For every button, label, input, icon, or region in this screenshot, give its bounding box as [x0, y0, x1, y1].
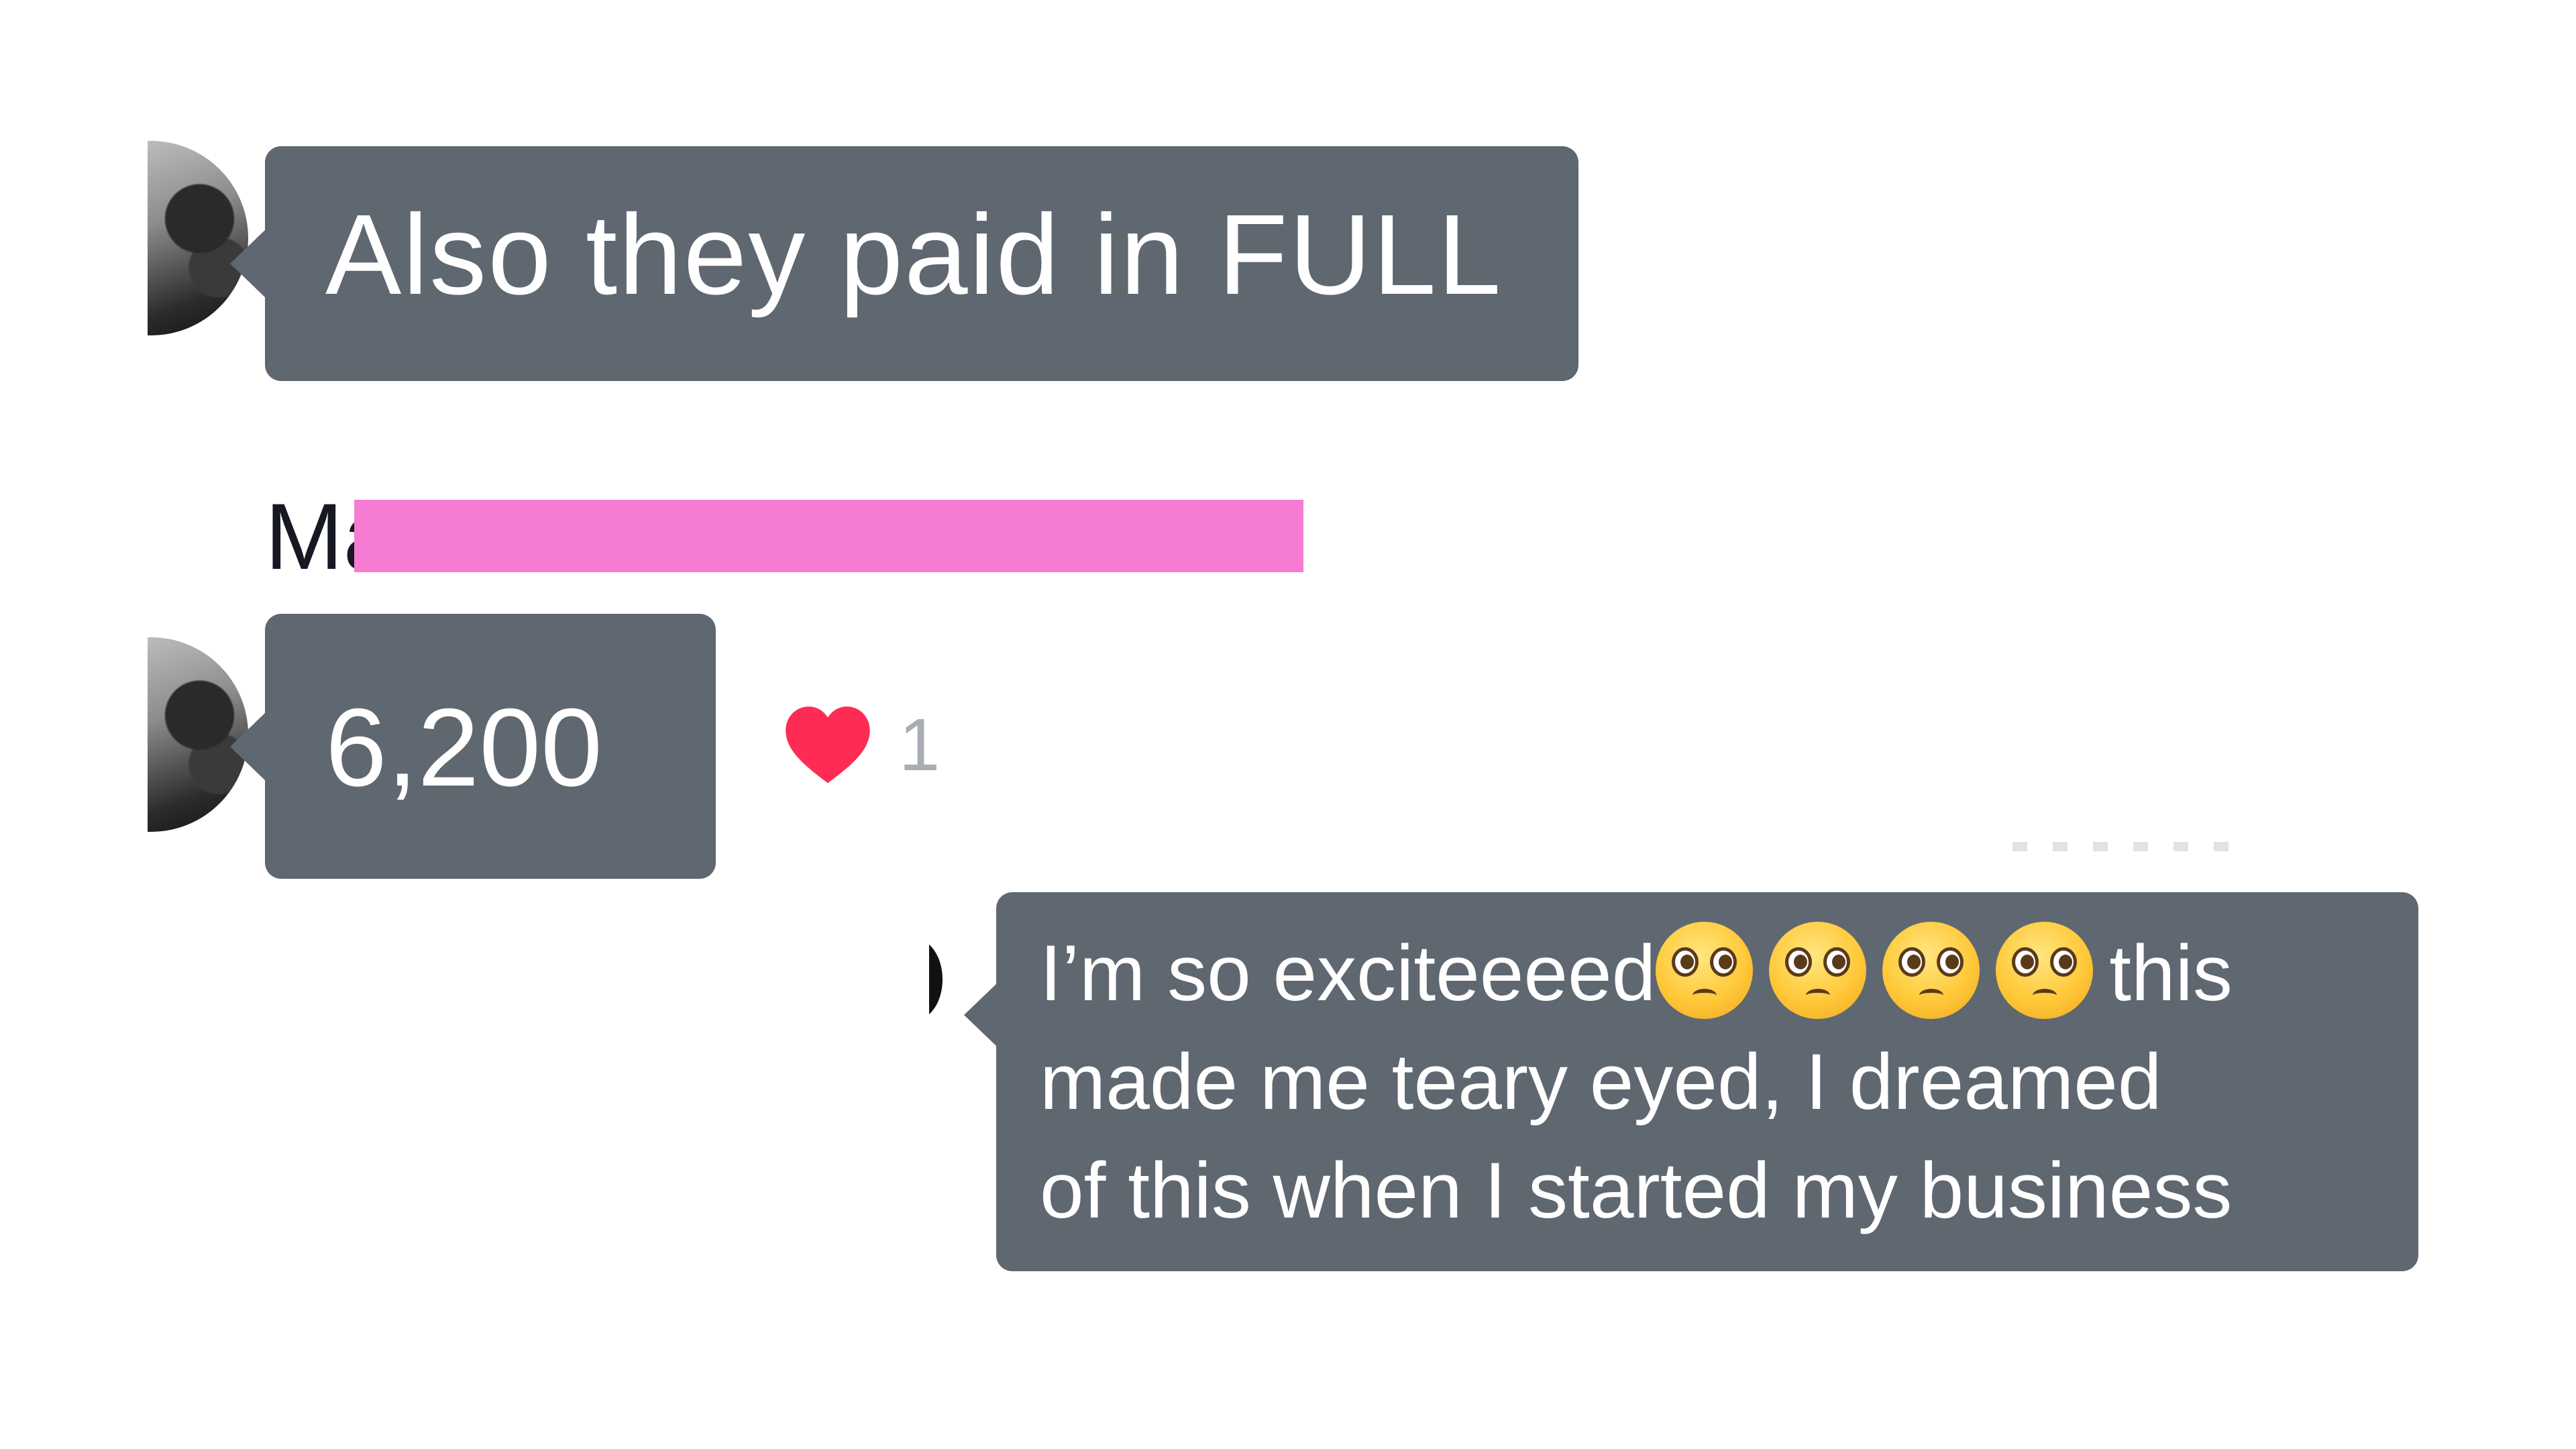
- message-text: I’m so exciteeeed: [1040, 929, 1656, 1018]
- message-line: made me teary eyed, I dreamed: [1040, 1038, 2162, 1126]
- message-line: I’m so exciteeeed this: [1040, 919, 2378, 1028]
- message-reaction[interactable]: 1: [784, 701, 940, 788]
- message-text: this: [2109, 929, 2233, 1018]
- message-line: of this when I started my business: [1040, 1146, 2233, 1235]
- message-bubble[interactable]: I’m so exciteeeed this made me teary eyed…: [964, 892, 2418, 1271]
- pleading-face-icon: [1769, 922, 1867, 1019]
- name-redaction: [354, 500, 1303, 572]
- timestamp-fragment: [2012, 842, 2254, 851]
- pleading-face-icon: [1656, 922, 1754, 1019]
- message-text: Also they paid in FULL: [325, 191, 1503, 319]
- avatar-image: [929, 939, 943, 1020]
- heart-icon: [786, 706, 870, 784]
- message-bubble[interactable]: 6,200: [265, 614, 716, 879]
- message-bubble[interactable]: Also they paid in FULL: [265, 146, 1578, 381]
- message-text: 6,200: [325, 686, 602, 809]
- pleading-face-icon: [1996, 922, 2094, 1019]
- self-avatar[interactable]: [929, 939, 944, 1020]
- reaction-count: 1: [899, 703, 941, 786]
- pleading-face-icon: [1882, 922, 1980, 1019]
